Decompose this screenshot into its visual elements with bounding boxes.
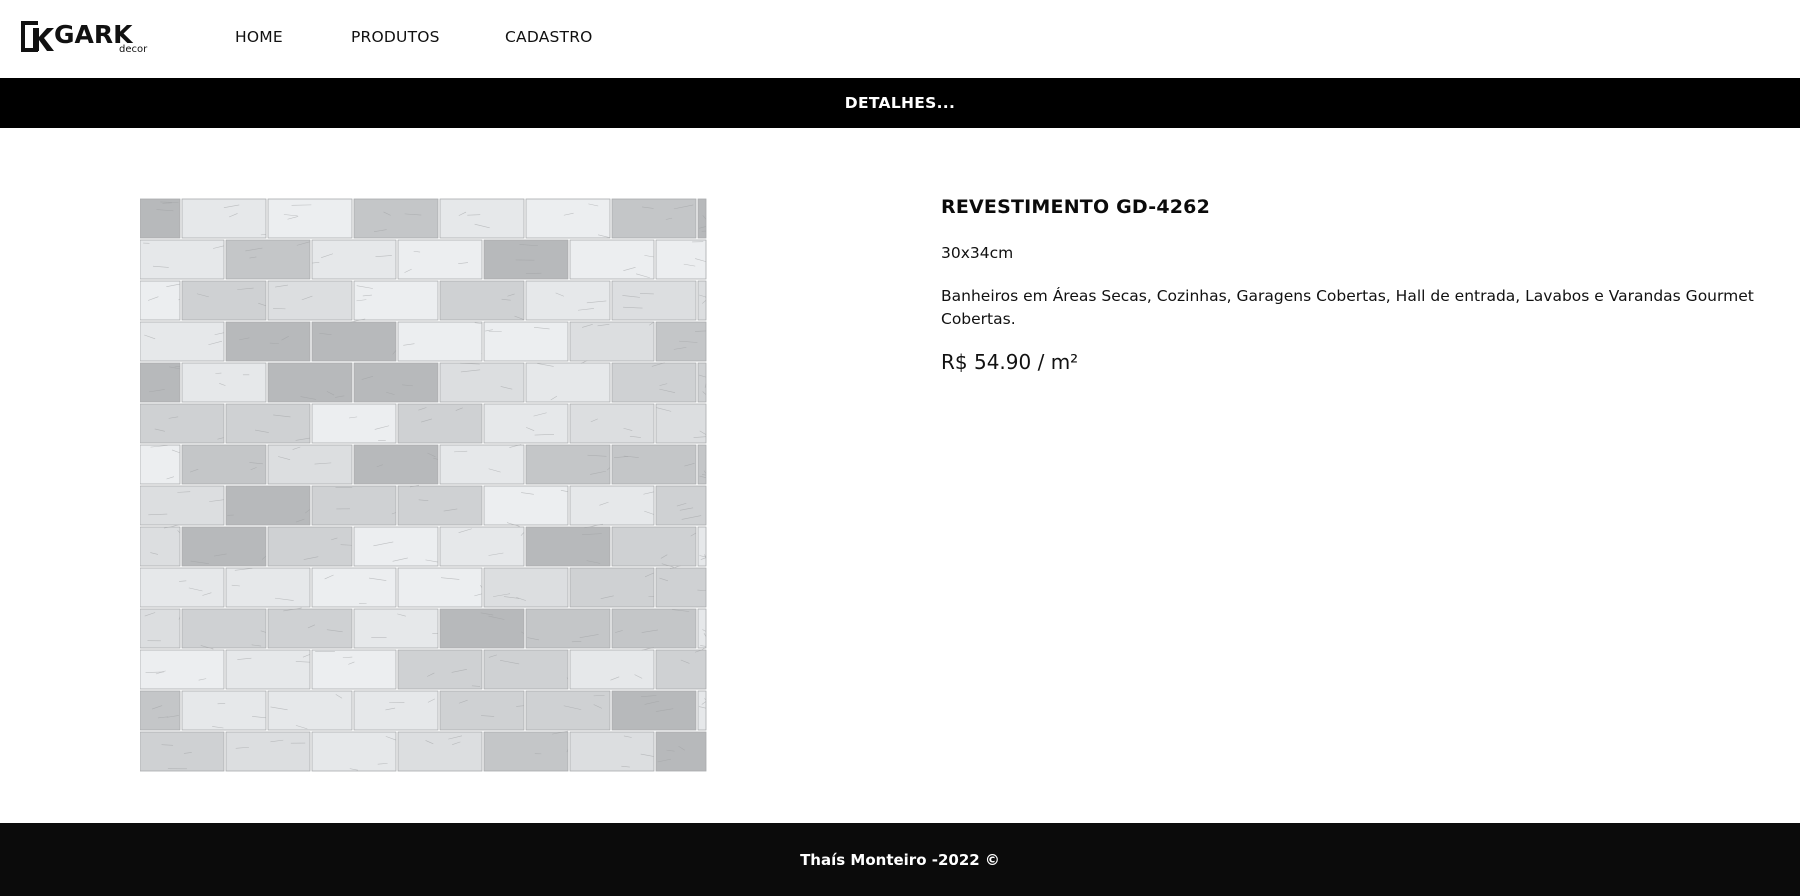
- site-header: GARK decor HOME PRODUTOS CADASTRO: [0, 0, 1800, 78]
- gark-decor-logo[interactable]: GARK decor: [19, 18, 151, 56]
- stone-mosaic-image: [139, 198, 707, 772]
- product-image: [139, 195, 710, 780]
- product-price: R$ 54.90 / m²: [941, 350, 1079, 374]
- footer-credit: Thaís Monteiro -2022 ©: [800, 850, 1000, 869]
- product-size: 30x34cm: [941, 244, 1014, 262]
- nav-produtos[interactable]: PRODUTOS: [351, 28, 440, 46]
- nav-cadastro[interactable]: CADASTRO: [505, 28, 593, 46]
- site-footer: Thaís Monteiro -2022 ©: [0, 823, 1800, 896]
- details-banner: DETALHES...: [0, 78, 1800, 128]
- nav-home[interactable]: HOME: [235, 28, 283, 46]
- product-description: Banheiros em Áreas Secas, Cozinhas, Gara…: [941, 287, 1754, 328]
- product-info: REVESTIMENTO GD-4262 30x34cm Banheiros e…: [941, 196, 1761, 374]
- logo-mark: GARK decor: [21, 20, 148, 55]
- banner-title: DETALHES...: [844, 94, 956, 112]
- product-title: REVESTIMENTO GD-4262: [941, 196, 1211, 218]
- logo-subtext: decor: [119, 44, 148, 55]
